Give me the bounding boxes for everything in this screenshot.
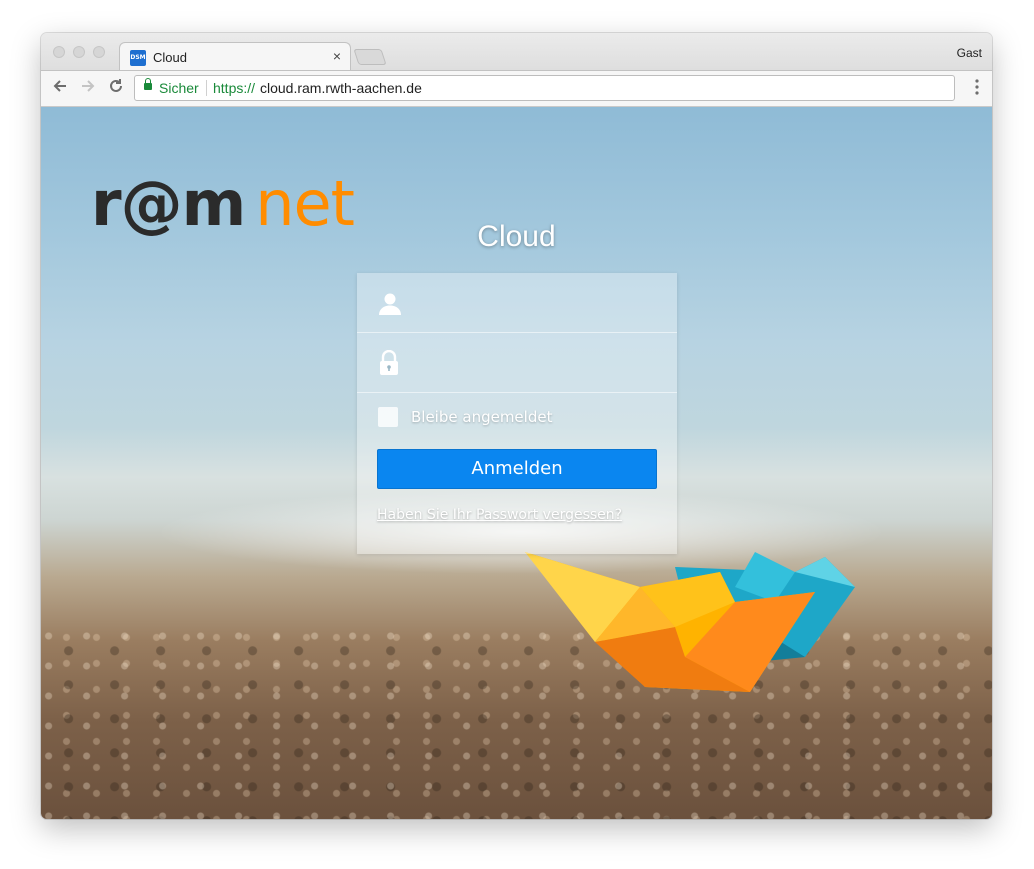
- login-title: Cloud: [477, 220, 556, 253]
- password-lock-icon: [380, 350, 398, 375]
- username-input[interactable]: [413, 287, 667, 321]
- browser-menu-icon[interactable]: [975, 79, 979, 95]
- browser-toolbar: Sicher https:// cloud.ram.rwth-aachen.de: [41, 70, 992, 107]
- profile-name[interactable]: Gast: [957, 46, 982, 60]
- secure-lock-icon[interactable]: [144, 78, 152, 90]
- url-host: cloud.ram.rwth-aachen.de: [260, 80, 422, 96]
- username-field-row: [357, 273, 677, 333]
- address-separator: [206, 80, 207, 96]
- back-arrow-icon[interactable]: [51, 77, 69, 100]
- forgot-password-link[interactable]: Haben Sie Ihr Passwort vergessen?: [377, 507, 622, 523]
- zoom-window-icon[interactable]: [93, 46, 105, 58]
- tab-strip: DSM Cloud × Gast: [41, 33, 992, 71]
- url-scheme: https://: [213, 80, 256, 96]
- remember-label[interactable]: Bleibe angemeldet: [411, 408, 552, 426]
- user-icon: [379, 293, 401, 315]
- new-tab-button[interactable]: [353, 49, 387, 65]
- login-form: Bleibe angemeldet Anmelden Haben Sie Ihr…: [357, 273, 677, 554]
- browser-window: DSM Cloud × Gast Sicher https:// cloud.r…: [41, 33, 992, 819]
- reload-icon[interactable]: [107, 77, 125, 100]
- minimize-window-icon[interactable]: [73, 46, 85, 58]
- tab-close-icon[interactable]: ×: [333, 48, 341, 64]
- password-input[interactable]: [413, 347, 667, 381]
- security-label[interactable]: Sicher: [159, 80, 199, 96]
- login-page: r@m net Cloud Bleibe angemeldet Anmelden…: [41, 107, 992, 819]
- tab-cloud[interactable]: DSM Cloud ×: [119, 42, 351, 71]
- remember-checkbox[interactable]: [378, 407, 398, 427]
- login-button[interactable]: Anmelden: [377, 449, 657, 489]
- password-field-row: [357, 333, 677, 393]
- address-bar[interactable]: Sicher https:// cloud.ram.rwth-aachen.de: [134, 75, 955, 101]
- forward-arrow-icon[interactable]: [79, 77, 97, 100]
- paper-boats-image: [525, 552, 855, 692]
- close-window-icon[interactable]: [53, 46, 65, 58]
- dsm-favicon-icon: DSM: [130, 50, 146, 66]
- tab-title: Cloud: [153, 50, 187, 65]
